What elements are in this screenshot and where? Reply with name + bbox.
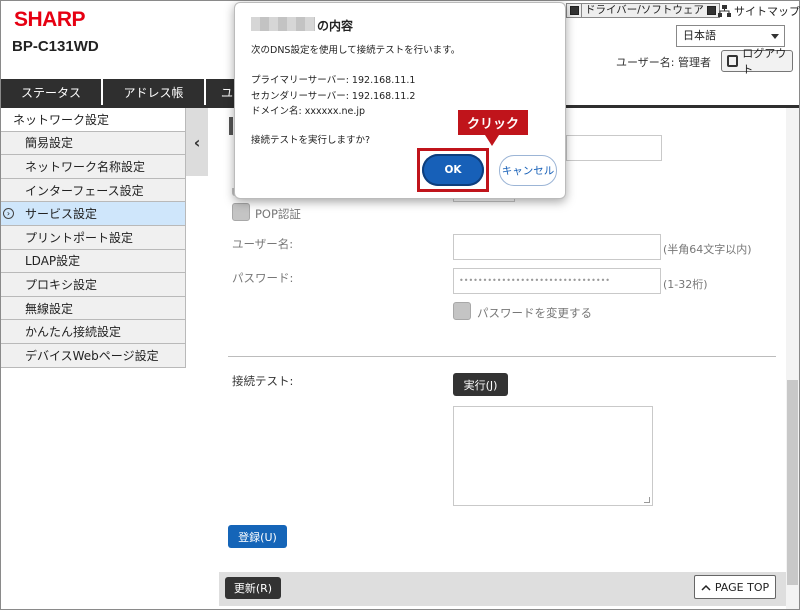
page-top-button[interactable]: PAGE TOP <box>694 575 776 599</box>
change-password-checkbox[interactable] <box>453 302 471 320</box>
username-label: ユーザー名: <box>232 237 294 251</box>
sitemap-link[interactable]: サイトマップ <box>718 3 800 19</box>
language-value: 日本語 <box>683 29 716 42</box>
sidebar-item-label: 無線設定 <box>25 301 74 316</box>
resize-handle-icon <box>644 497 650 503</box>
register-button[interactable]: 登録(U) <box>228 525 287 548</box>
sidebar-item-label: かんたん接続設定 <box>25 325 122 340</box>
blurred-hostname <box>251 17 315 31</box>
logout-label: ログアウト <box>742 47 787 76</box>
section-marker <box>229 117 233 135</box>
password-label: パスワード: <box>232 271 294 285</box>
sidebar-collapse-button[interactable]: ‹ <box>186 108 208 176</box>
confirm-dialog: の内容 次のDNS設定を使用して接続テストを行います。 プライマリーサーバー: … <box>234 2 566 199</box>
dialog-primary-server: プライマリーサーバー: 192.168.11.1 <box>251 75 416 86</box>
tab-address-book-label: アドレス帳 <box>123 85 184 100</box>
language-select[interactable]: 日本語 <box>676 25 785 47</box>
logout-icon <box>727 55 739 67</box>
sidebar-item-label: プリントポート設定 <box>25 230 134 245</box>
connection-test-result[interactable] <box>453 406 653 506</box>
callout-pointer <box>485 135 499 146</box>
cancel-button[interactable]: キャンセル <box>499 155 557 186</box>
sidebar-item-label: ネットワーク設定 <box>13 112 110 127</box>
user-info: ユーザー名: 管理者 <box>616 56 711 69</box>
scrollbar-thumb[interactable] <box>787 380 798 585</box>
chevron-right-icon: › <box>3 208 14 220</box>
sidebar-item-proxy[interactable]: プロキシ設定 <box>1 273 186 297</box>
window-icon <box>570 6 579 15</box>
sidebar-item-easy-connect[interactable]: かんたん接続設定 <box>1 320 186 344</box>
dialog-title: の内容 <box>317 19 354 33</box>
sidebar-item-label: 簡易設定 <box>25 136 74 151</box>
sidebar-item-service[interactable]: › サービス設定 <box>1 202 186 226</box>
tab-user[interactable]: ユ <box>206 79 236 105</box>
ok-button[interactable]: OK <box>422 154 484 186</box>
sidebar-item-label: ネットワーク名称設定 <box>25 159 146 174</box>
sitemap-label: サイトマップ <box>734 5 800 18</box>
tab-address-book[interactable]: アドレス帳 <box>103 79 204 105</box>
dialog-secondary-server: セカンダリーサーバー: 192.168.11.2 <box>251 91 416 102</box>
username-input[interactable] <box>453 234 661 260</box>
dialog-message: 次のDNS設定を使用して接続テストを行います。 <box>251 45 461 56</box>
sidebar-item-label: LDAP設定 <box>25 254 81 269</box>
brand-logo: SHARP <box>14 8 86 31</box>
connection-test-label: 接続テスト: <box>232 374 294 388</box>
dialog-confirm-text: 接続テストを実行しますか? <box>251 135 371 146</box>
section-divider <box>228 356 776 357</box>
sidebar-item-ldap[interactable]: LDAP設定 <box>1 249 186 274</box>
pop-auth-label: POP認証 <box>255 207 301 221</box>
logout-button[interactable]: ログアウト <box>721 47 793 76</box>
main-tabs: ステータス アドレス帳 ユ <box>1 79 236 105</box>
tab-user-label: ユ <box>221 85 234 100</box>
sidebar-item-wireless[interactable]: 無線設定 <box>1 296 186 321</box>
chevron-down-icon <box>771 34 779 39</box>
page-top-label: PAGE TOP <box>714 580 770 594</box>
sidebar-item-network-name[interactable]: ネットワーク名称設定 <box>1 155 186 179</box>
sidebar-item-label: サービス設定 <box>25 207 98 222</box>
chevron-up-icon <box>701 584 711 591</box>
sitemap-icon <box>718 5 731 17</box>
refresh-button[interactable]: 更新(R) <box>225 577 281 599</box>
sidebar-item-device-web[interactable]: デバイスWebページ設定 <box>1 343 186 368</box>
execute-button[interactable]: 実行(J) <box>453 373 508 396</box>
chevron-left-icon: ‹ <box>193 132 201 152</box>
sidebar-item-interface[interactable]: インターフェース設定 <box>1 178 186 203</box>
sidebar-item-easy-settings[interactable]: 簡易設定 <box>1 131 186 156</box>
sidebar: ネットワーク設定 簡易設定 ネットワーク名称設定 インターフェース設定 › サービ… <box>1 108 186 368</box>
pop-auth-checkbox[interactable] <box>232 203 250 221</box>
model-name: BP-C131WD <box>12 38 99 55</box>
driver-software-link[interactable]: ドライバー/ソフトウェア <box>581 3 720 18</box>
external-window-icon <box>706 6 716 15</box>
sidebar-item-network-settings[interactable]: ネットワーク設定 <box>1 108 186 132</box>
sidebar-item-print-port[interactable]: プリントポート設定 <box>1 225 186 250</box>
tab-status[interactable]: ステータス <box>1 79 101 105</box>
sidebar-item-label: デバイスWebページ設定 <box>25 348 159 363</box>
dialog-domain-name: ドメイン名: xxxxxx.ne.jp <box>251 106 366 117</box>
username-hint: (半角64文字以内) <box>663 243 752 256</box>
password-hint: (1-32桁) <box>663 278 708 291</box>
click-callout: クリック <box>458 110 528 135</box>
password-input[interactable]: •••••••••••••••••••••••••••••••• <box>453 268 661 294</box>
sidebar-item-label: プロキシ設定 <box>25 277 98 292</box>
server-input[interactable] <box>566 135 662 161</box>
sidebar-item-label: インターフェース設定 <box>25 183 144 198</box>
driver-software-label: ドライバー/ソフトウェア <box>585 4 704 16</box>
change-password-label: パスワードを変更する <box>477 306 592 320</box>
tab-status-label: ステータス <box>20 85 81 100</box>
